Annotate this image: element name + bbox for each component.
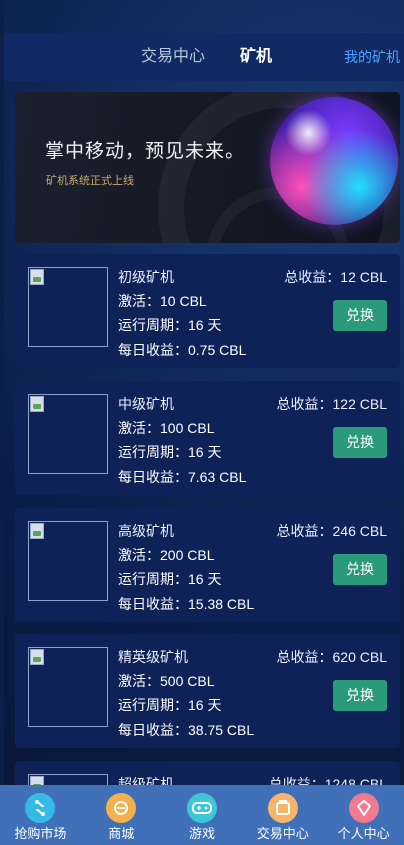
miner-image <box>28 647 108 727</box>
nav-label: 游戏 <box>188 826 215 841</box>
promo-banner[interactable]: 掌中移动，预见未来。 矿机系统正式上线 <box>15 92 400 243</box>
miner-card: 高级矿机 总收益：246 CBL 激活：200 CBL 运行周期：16 天 每日… <box>15 508 400 622</box>
miner-card: 初级矿机 总收益：12 CBL 激活：10 CBL 运行周期：16 天 每日收益… <box>15 254 400 368</box>
nav-item-market[interactable]: 抢购市场 <box>0 785 81 845</box>
orb-image <box>270 97 398 225</box>
broken-image-icon <box>30 396 44 412</box>
miner-image <box>28 521 108 601</box>
miner-name: 精英级矿机 <box>118 649 188 665</box>
bottom-nav: 抢购市场 商城 游戏 交易中心 个人中心 <box>0 785 404 845</box>
miner-daily-income: 每日收益：38.75 CBL <box>118 722 255 738</box>
nav-item-trade-center[interactable]: 交易中心 <box>242 785 323 845</box>
nav-label: 个人中心 <box>337 826 390 841</box>
market-icon <box>25 793 56 823</box>
broken-image-icon <box>30 269 44 285</box>
broken-image-icon <box>30 523 44 539</box>
miner-card: 精英级矿机 总收益：620 CBL 激活：500 CBL 运行周期：16 天 每… <box>15 634 400 748</box>
banner-subtitle: 矿机系统正式上线 <box>46 175 134 187</box>
miner-total-income: 总收益：620 CBL <box>276 649 387 665</box>
miner-activate-cost: 激活：10 CBL <box>118 293 207 309</box>
nav-label: 抢购市场 <box>14 826 67 841</box>
miner-image <box>28 394 108 474</box>
miner-period: 运行周期：16 天 <box>118 444 222 460</box>
redeem-button[interactable]: 兑换 <box>333 300 387 331</box>
redeem-button[interactable]: 兑换 <box>333 680 387 711</box>
broken-image-icon <box>30 649 44 665</box>
redeem-button[interactable]: 兑换 <box>333 427 387 458</box>
miner-activate-cost: 激活：100 CBL <box>118 420 215 436</box>
miner-name: 高级矿机 <box>118 523 174 539</box>
tab-miner[interactable]: 矿机 <box>240 45 272 69</box>
miner-activate-cost: 激活：200 CBL <box>118 547 215 563</box>
nav-item-mall[interactable]: 商城 <box>81 785 162 845</box>
miner-period: 运行周期：16 天 <box>118 571 222 587</box>
miner-image <box>28 267 108 347</box>
miner-name: 初级矿机 <box>118 269 174 285</box>
miner-name: 中级矿机 <box>118 396 174 412</box>
miner-daily-income: 每日收益：0.75 CBL <box>118 342 247 358</box>
mall-icon <box>106 793 137 823</box>
redeem-button[interactable]: 兑换 <box>333 554 387 585</box>
nav-label: 商城 <box>108 826 135 841</box>
miner-total-income: 总收益：246 CBL <box>276 523 387 539</box>
gamepad-icon <box>186 793 217 823</box>
miner-period: 运行周期：16 天 <box>118 697 222 713</box>
nav-item-games[interactable]: 游戏 <box>162 785 243 845</box>
my-miner-link[interactable]: 我的矿机 <box>344 45 400 69</box>
miner-total-income: 总收益：122 CBL <box>276 396 387 412</box>
nav-label: 交易中心 <box>256 826 309 841</box>
trade-icon <box>267 793 298 823</box>
miner-period: 运行周期：16 天 <box>118 317 222 333</box>
miner-activate-cost: 激活：500 CBL <box>118 673 215 689</box>
nav-item-profile[interactable]: 个人中心 <box>323 785 404 845</box>
left-gutter <box>0 0 4 845</box>
tab-trade-center[interactable]: 交易中心 <box>141 45 205 69</box>
miner-card: 中级矿机 总收益：122 CBL 激活：100 CBL 运行周期：16 天 每日… <box>15 381 400 495</box>
miner-daily-income: 每日收益：15.38 CBL <box>118 596 255 612</box>
top-nav: 交易中心 矿机 我的矿机 <box>4 33 404 81</box>
miner-page: 交易中心 矿机 我的矿机 掌中移动，预见未来。 矿机系统正式上线 初级矿机 总收… <box>0 0 404 845</box>
miner-total-income: 总收益：12 CBL <box>284 269 387 285</box>
miner-daily-income: 每日收益：7.63 CBL <box>118 469 247 485</box>
profile-icon <box>348 793 379 823</box>
banner-title: 掌中移动，预见未来。 <box>45 141 246 162</box>
